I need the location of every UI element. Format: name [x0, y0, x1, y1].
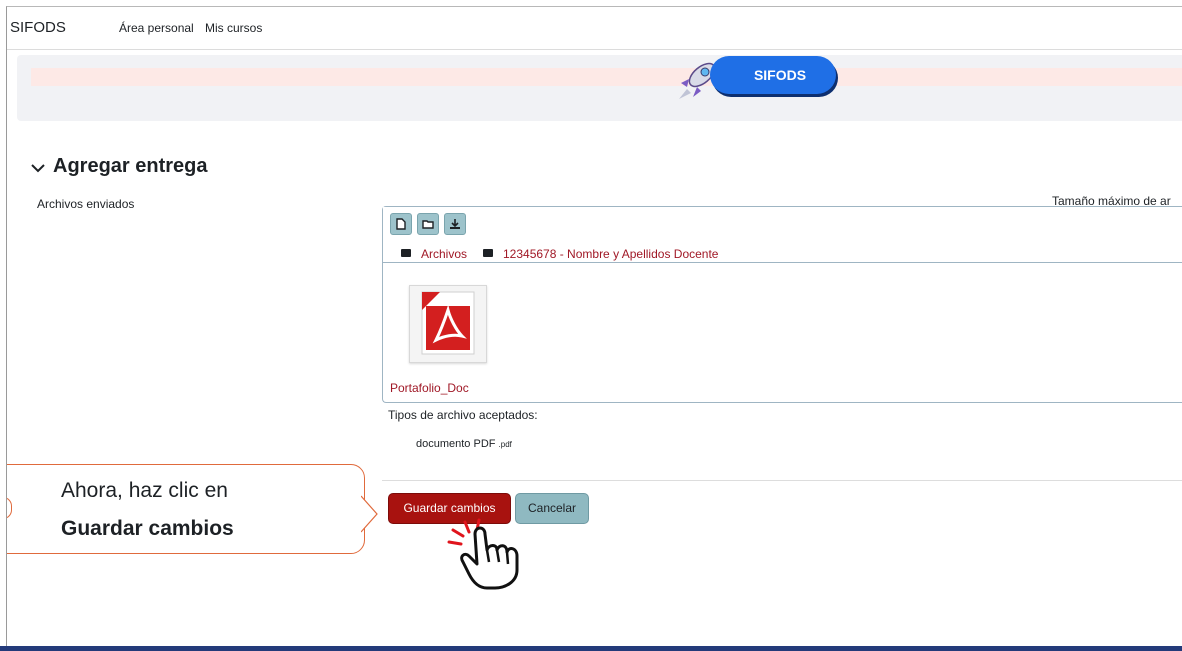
section-title[interactable]: Agregar entrega: [53, 155, 208, 178]
file-manager-toolbar: Archivos 12345678 - Nombre y Apellidos D…: [383, 207, 1182, 263]
breadcrumb-archivos[interactable]: Archivos: [421, 247, 467, 261]
callout-pointer: [361, 495, 378, 533]
create-folder-icon[interactable]: [417, 213, 439, 235]
folder-icon: [401, 249, 411, 257]
folder-icon: [483, 249, 493, 257]
callout-text-line2: Guardar cambios: [61, 517, 234, 540]
accepted-type-name: documento PDF: [416, 438, 496, 450]
field-label-archivos: Archivos enviados: [37, 197, 135, 211]
accepted-types-label: Tipos de archivo aceptados:: [388, 408, 538, 422]
brand-logo[interactable]: SIFODS: [10, 19, 66, 36]
file-name-link[interactable]: Portafolio_Doc: [390, 381, 469, 395]
browser-frame: SIFODS Área personal Mis cursos SIFODS A…: [6, 6, 1182, 651]
banner-strip: [31, 68, 1182, 86]
pointing-hand-icon: [447, 518, 519, 590]
course-header-banner: [17, 55, 1182, 121]
file-manager: Archivos 12345678 - Nombre y Apellidos D…: [382, 206, 1182, 403]
divider: [382, 480, 1182, 481]
bottom-bar: [0, 646, 1182, 651]
callout-text-line1: Ahora, haz clic en: [61, 479, 228, 502]
nav-link-mis-cursos[interactable]: Mis cursos: [205, 21, 262, 35]
download-icon[interactable]: [444, 213, 466, 235]
top-navbar: SIFODS Área personal Mis cursos: [7, 7, 1182, 50]
accepted-type-ext: .pdf: [498, 440, 512, 449]
breadcrumb-current-folder[interactable]: 12345678 - Nombre y Apellidos Docente: [503, 247, 718, 261]
pdf-file-icon: [421, 291, 475, 355]
pdf-file-thumbnail[interactable]: [409, 285, 487, 363]
nav-link-area-personal[interactable]: Área personal: [119, 21, 194, 35]
accepted-type-pdf: documento PDF .pdf: [416, 438, 512, 450]
add-file-icon[interactable]: [390, 213, 412, 235]
brand-pill: SIFODS: [710, 56, 836, 94]
chevron-down-icon[interactable]: [29, 158, 49, 178]
